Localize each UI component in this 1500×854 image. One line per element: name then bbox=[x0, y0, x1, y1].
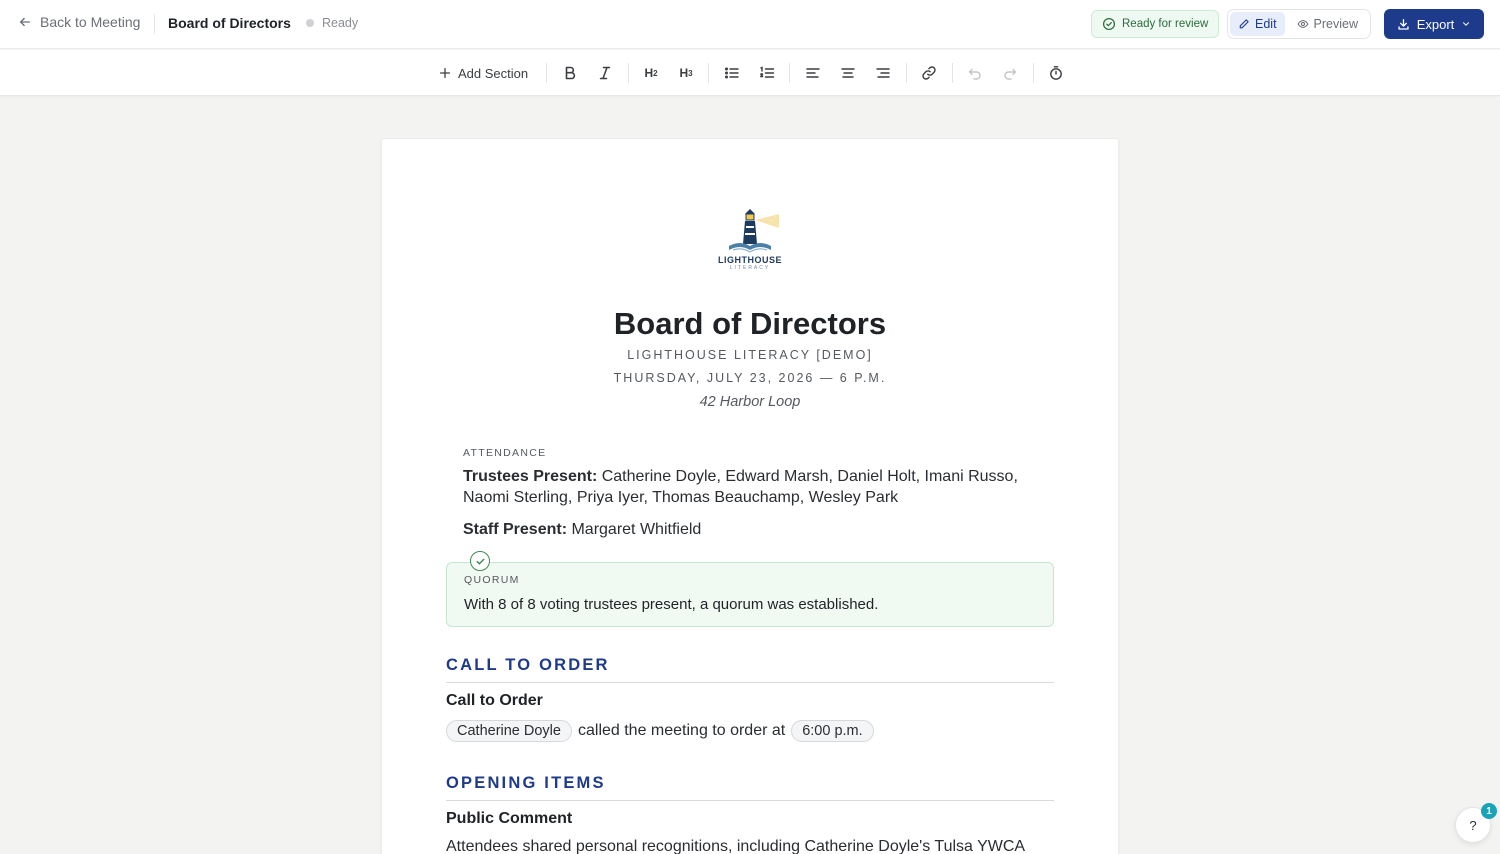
plus-icon bbox=[439, 67, 451, 79]
undo-icon bbox=[968, 68, 981, 80]
italic-button[interactable] bbox=[596, 62, 614, 84]
italic-icon bbox=[599, 66, 611, 80]
toolbar-divider bbox=[1033, 63, 1034, 83]
timer-button[interactable] bbox=[1047, 62, 1065, 84]
section-heading-opening-items[interactable]: OPENING ITEMS bbox=[446, 774, 1054, 801]
toolbar-divider bbox=[952, 63, 953, 83]
chevron-down-icon bbox=[1463, 22, 1470, 26]
quorum-check-icon bbox=[470, 551, 490, 571]
heading-3-button[interactable]: H3 bbox=[677, 62, 695, 84]
section-heading-call-to-order[interactable]: CALL TO ORDER bbox=[446, 656, 1054, 683]
quorum-label: QUORUM bbox=[464, 574, 520, 586]
organization-logo: LIGHTHOUSE LITERACY bbox=[706, 208, 794, 286]
logo-wordmark: LIGHTHOUSE bbox=[717, 255, 782, 265]
quorum-text: With 8 of 8 voting trustees present, a q… bbox=[464, 596, 879, 613]
pencil-icon bbox=[1239, 19, 1249, 29]
align-center-icon bbox=[841, 68, 855, 78]
undo-button[interactable] bbox=[966, 62, 984, 84]
redo-icon bbox=[1004, 68, 1017, 80]
add-section-label: Add Section bbox=[458, 65, 529, 81]
redo-button[interactable] bbox=[1001, 62, 1019, 84]
heading-3-sub: 3 bbox=[688, 68, 693, 78]
staff-list: Margaret Whitfield bbox=[567, 521, 702, 538]
logo-subtitle: LITERACY bbox=[729, 265, 771, 271]
bold-button[interactable] bbox=[561, 62, 579, 84]
status-indicator: Ready bbox=[306, 16, 358, 30]
preview-label: Preview bbox=[1313, 17, 1359, 31]
header-divider bbox=[154, 14, 155, 34]
link-button[interactable] bbox=[920, 62, 938, 84]
ready-for-review-badge[interactable]: Ready for review bbox=[1091, 10, 1220, 38]
heading-2-label: H bbox=[644, 66, 654, 80]
attendance-label: ATTENDANCE bbox=[463, 447, 547, 459]
timer-icon bbox=[1050, 66, 1062, 80]
person-chip[interactable]: Catherine Doyle bbox=[446, 720, 572, 742]
time-chip[interactable]: 6:00 p.m. bbox=[791, 720, 874, 742]
bullet-list-icon bbox=[725, 67, 739, 79]
numbered-list-icon bbox=[760, 66, 775, 78]
status-text: Ready bbox=[322, 16, 359, 30]
align-center-button[interactable] bbox=[839, 62, 857, 84]
toolbar-divider bbox=[708, 63, 709, 83]
align-left-button[interactable] bbox=[804, 62, 822, 84]
heading-3-label: H bbox=[679, 66, 689, 80]
call-to-order-text: called the meeting to order at bbox=[577, 722, 786, 739]
organization-name[interactable]: LIGHTHOUSE LITERACY [DEMO] bbox=[381, 348, 1119, 362]
align-right-button[interactable] bbox=[874, 62, 892, 84]
link-icon bbox=[922, 66, 936, 80]
add-section-button[interactable]: Add Section bbox=[438, 62, 528, 84]
edit-label: Edit bbox=[1255, 17, 1277, 31]
export-button[interactable]: Export bbox=[1384, 9, 1484, 39]
subheading-public-comment[interactable]: Public Comment bbox=[446, 810, 572, 828]
staff-label: Staff Present: bbox=[463, 521, 568, 538]
meeting-location[interactable]: 42 Harbor Loop bbox=[381, 394, 1119, 410]
lighthouse-logo-icon bbox=[729, 209, 779, 253]
arrow-left-icon bbox=[19, 17, 31, 27]
toolbar-divider bbox=[789, 63, 790, 83]
download-icon bbox=[1398, 18, 1409, 30]
header-title: Board of Directors bbox=[168, 15, 291, 31]
help-label: ? bbox=[1469, 817, 1477, 833]
review-badge-label: Ready for review bbox=[1122, 18, 1209, 30]
mode-toggle: Edit Preview bbox=[1227, 9, 1371, 39]
heading-2-sub: 2 bbox=[653, 68, 658, 78]
back-label: Back to Meeting bbox=[40, 14, 141, 30]
call-to-order-line[interactable]: Catherine Doyle called the meeting to or… bbox=[446, 720, 874, 742]
eye-icon bbox=[1297, 20, 1308, 28]
bold-icon bbox=[565, 66, 576, 80]
trustees-label: Trustees Present: bbox=[463, 468, 598, 485]
align-right-icon bbox=[876, 68, 890, 78]
toolbar-divider bbox=[906, 63, 907, 83]
status-dot-icon bbox=[306, 19, 314, 27]
align-left-icon bbox=[806, 68, 820, 78]
staff-present[interactable]: Staff Present: Margaret Whitfield bbox=[463, 519, 1038, 540]
public-comment-text[interactable]: Attendees shared personal recognitions, … bbox=[446, 838, 1025, 854]
check-circle-icon bbox=[1102, 17, 1116, 31]
toolbar-divider bbox=[628, 63, 629, 83]
meeting-date[interactable]: THURSDAY, JULY 23, 2026 — 6 P.M. bbox=[381, 371, 1119, 385]
numbered-list-button[interactable] bbox=[758, 62, 776, 84]
preview-mode-button[interactable]: Preview bbox=[1289, 12, 1366, 36]
export-label: Export bbox=[1416, 16, 1455, 32]
back-to-meeting-link[interactable]: Back to Meeting bbox=[18, 14, 140, 30]
trustees-present[interactable]: Trustees Present: Catherine Doyle, Edwar… bbox=[463, 466, 1038, 508]
notification-badge: 1 bbox=[1481, 803, 1497, 819]
bullet-list-button[interactable] bbox=[723, 62, 741, 84]
quorum-callout[interactable] bbox=[446, 562, 1054, 627]
heading-2-button[interactable]: H2 bbox=[642, 62, 660, 84]
document-title[interactable]: Board of Directors bbox=[381, 306, 1119, 342]
toolbar-divider bbox=[546, 63, 547, 83]
formatting-toolbar: Add Section H2 H3 bbox=[0, 50, 1500, 96]
edit-mode-button[interactable]: Edit bbox=[1230, 12, 1285, 36]
top-bar: Back to Meeting Board of Directors Ready… bbox=[0, 0, 1500, 49]
subheading-call-to-order[interactable]: Call to Order bbox=[446, 692, 543, 710]
